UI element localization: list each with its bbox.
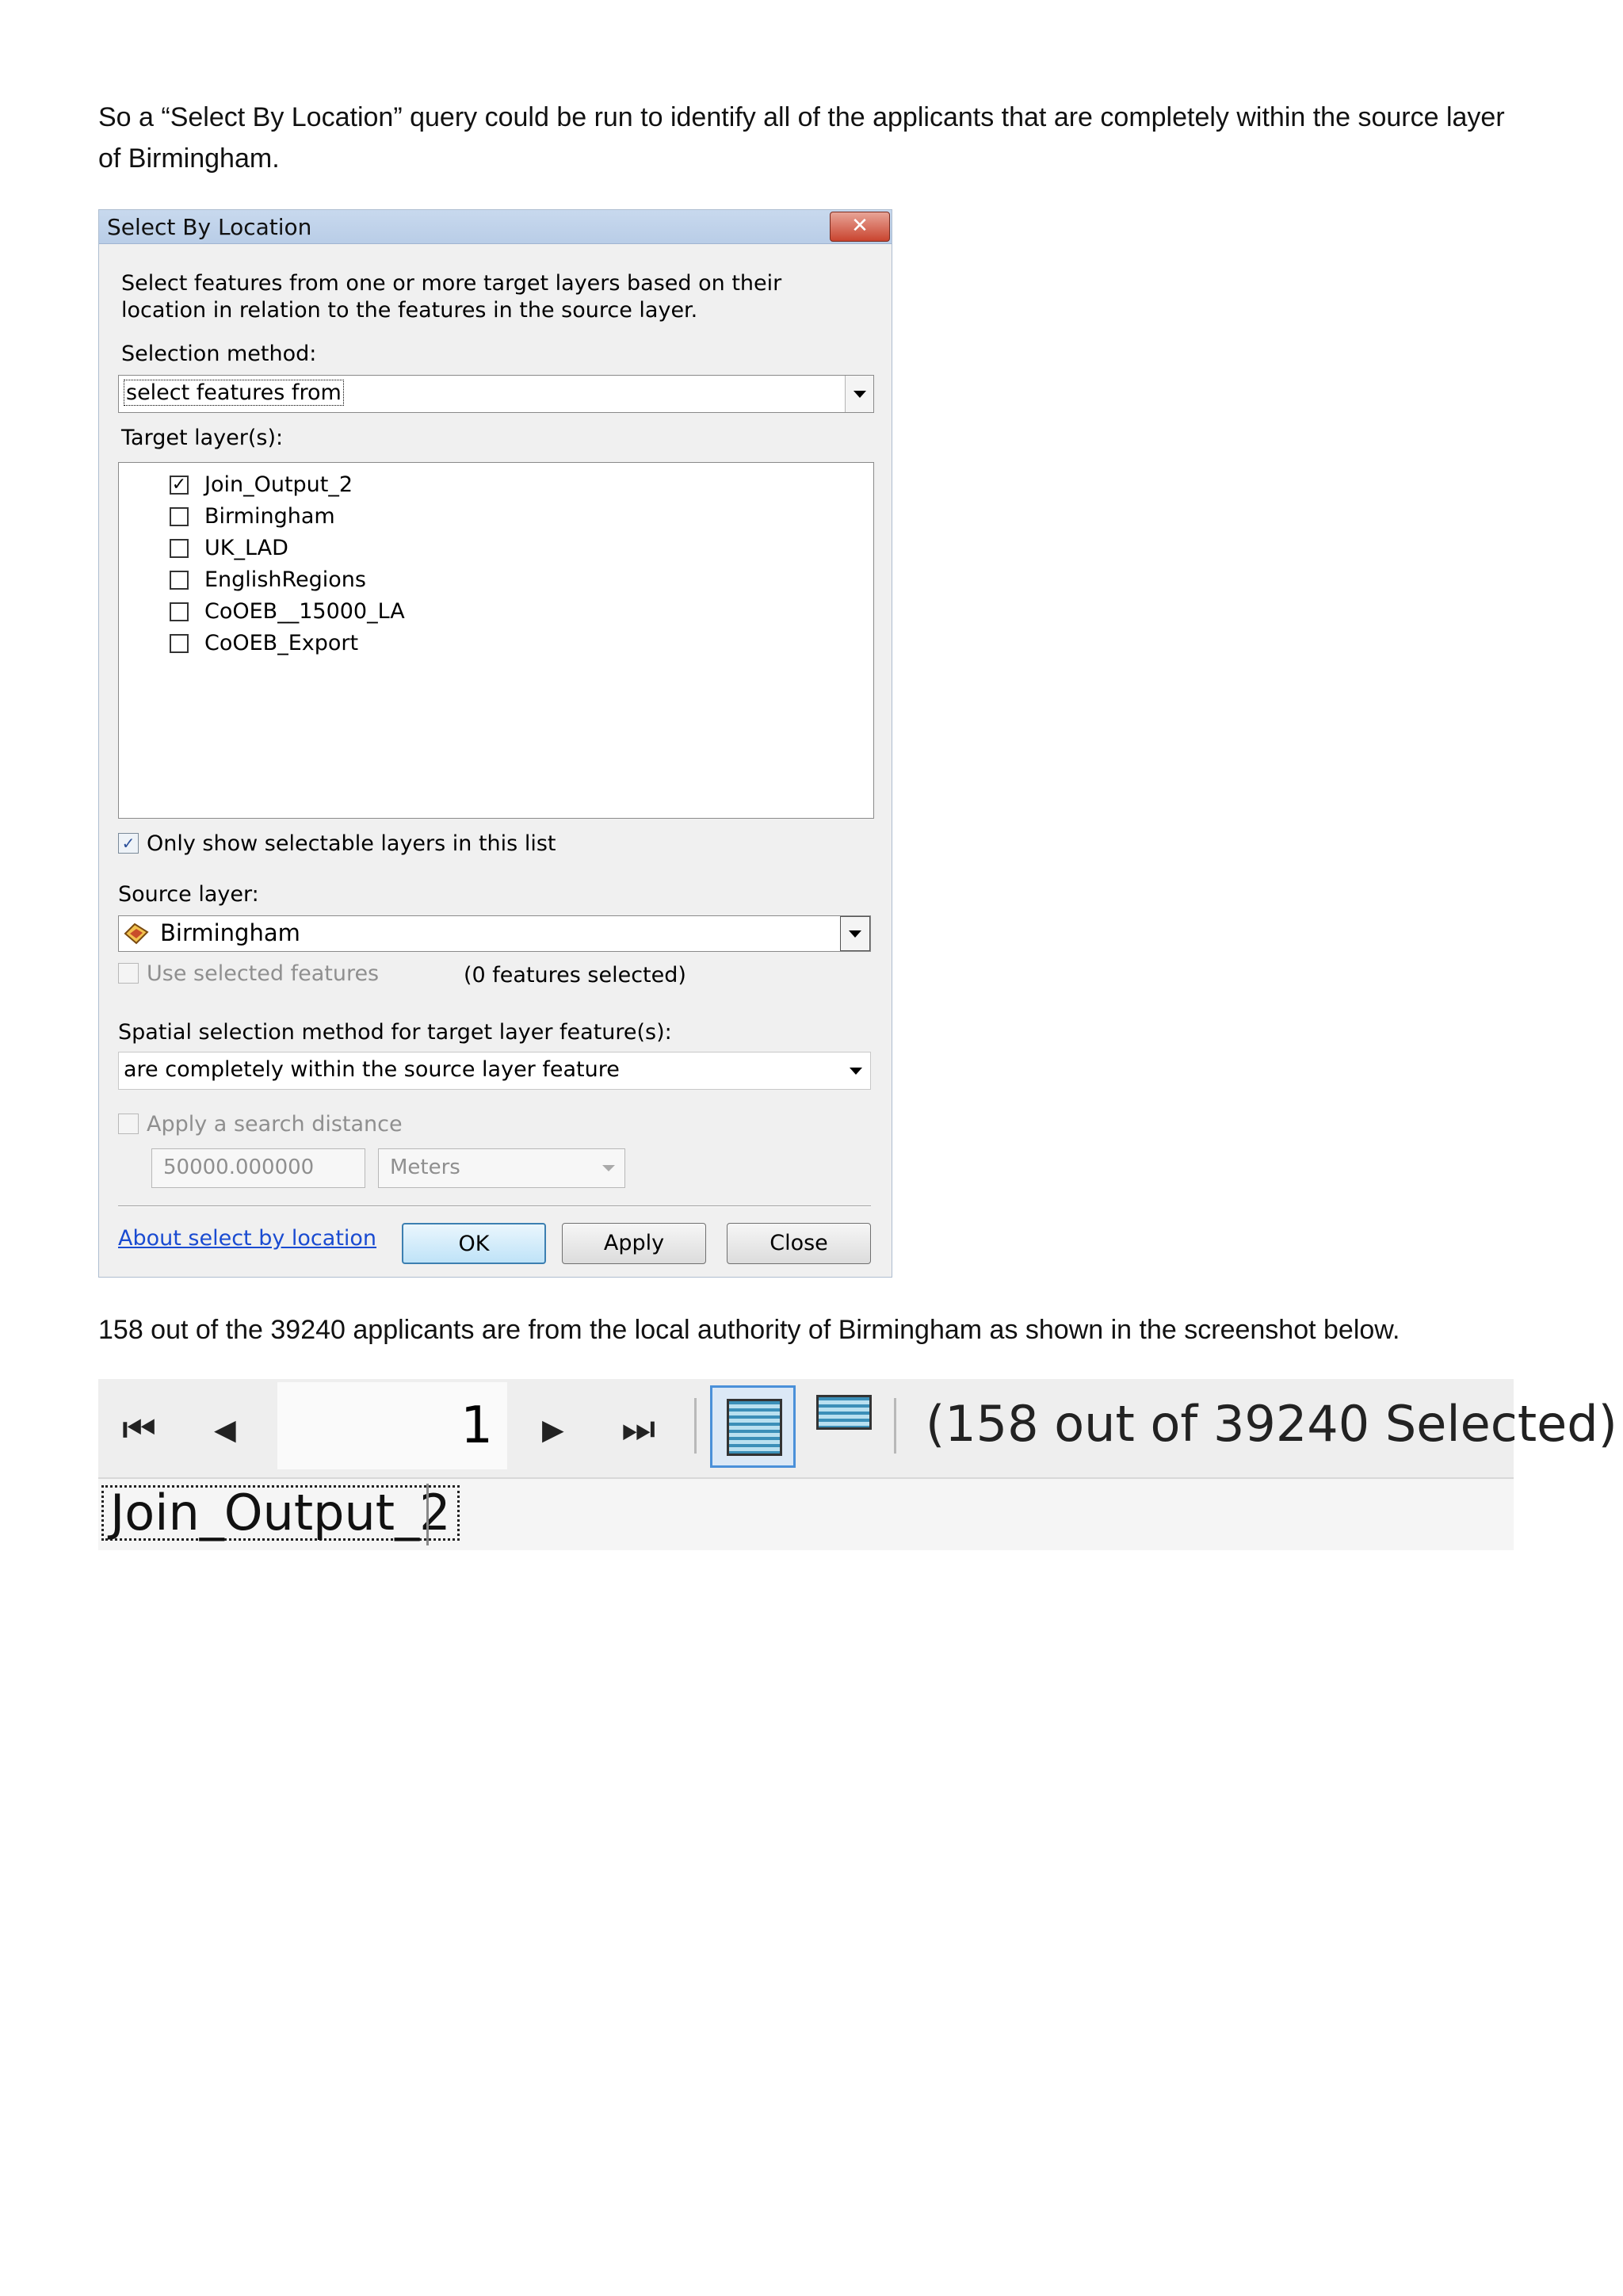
selection-method-value: select features from [124,380,344,406]
table-navigation-toolbar: ⏮ ◀ 1 ▶ ⏭ (158 out of 39240 Selected) [98,1379,1617,1477]
checkbox-icon[interactable] [170,507,189,526]
features-selected-count: (0 features selected) [464,963,686,988]
checkbox-icon[interactable] [170,571,189,590]
select-by-location-dialog: Select By Location ✕ Select features fro… [98,209,892,1278]
source-layer-label: Source layer: [118,882,259,907]
intro-paragraph: So a “Select By Location” query could be… [98,102,1505,174]
checkbox-icon[interactable] [170,634,189,653]
chevron-down-icon[interactable] [840,916,870,951]
search-distance-checkbox[interactable] [118,1114,139,1134]
search-distance-label: Apply a search distance [147,1112,403,1137]
chevron-down-icon[interactable] [845,376,873,412]
first-record-icon[interactable]: ⏮ [122,1406,156,1454]
show-all-records-icon[interactable] [710,1385,796,1468]
next-record-icon[interactable]: ▶ [542,1406,564,1454]
use-selected-checkbox[interactable] [118,963,139,984]
about-select-by-location-link[interactable]: About select by location [118,1226,376,1251]
target-layers-list[interactable]: ✓ Join_Output_2 Birmingham UK_LAD Englis… [118,462,874,819]
polygon-layer-icon [124,923,149,945]
distance-units-dropdown[interactable]: Meters [378,1148,625,1188]
selection-status-text: (158 out of 39240 Selected) [926,1395,1617,1453]
result-paragraph: 158 out of the 39240 applicants are from… [98,1315,1400,1345]
apply-button[interactable]: Apply [562,1223,706,1264]
table-tab-join-output-2[interactable]: Join_Output_2 [101,1485,460,1541]
only-selectable-label: Only show selectable layers in this list [147,831,556,856]
selection-method-label: Selection method: [121,342,317,366]
only-selectable-checkbox[interactable]: ✓ [118,833,139,854]
target-layer-label: UK_LAD [204,536,288,560]
source-layer-value: Birmingham [160,919,300,946]
dialog-close-icon[interactable]: ✕ [830,212,890,242]
chevron-down-icon [602,1165,615,1171]
dialog-divider [118,1205,871,1207]
previous-record-icon[interactable]: ◀ [214,1406,236,1454]
spatial-method-dropdown[interactable]: are completely within the source layer f… [118,1052,871,1090]
show-selected-records-icon[interactable] [802,1385,888,1468]
use-selected-label: Use selected features [147,961,380,986]
distance-units-value: Meters [390,1156,460,1179]
search-distance-input[interactable]: 50000.000000 [151,1148,365,1188]
close-button[interactable]: Close [727,1223,871,1264]
ok-button[interactable]: OK [402,1223,546,1264]
table-tab-strip: Join_Output_2 [98,1477,1514,1550]
target-layer-label: Join_Output_2 [204,472,353,497]
toolbar-separator [894,1398,896,1454]
target-layer-label: CoOEB__15000_LA [204,599,405,624]
spatial-method-label: Spatial selection method for target laye… [118,1020,672,1045]
checkbox-checked-icon[interactable]: ✓ [170,476,189,495]
source-layer-dropdown[interactable]: Birmingham [118,915,871,952]
dialog-title: Select By Location [107,214,312,240]
chevron-down-icon[interactable] [842,1052,870,1089]
dialog-description: Select features from one or more target … [121,271,782,323]
tab-separator [426,1484,429,1545]
toolbar-separator [694,1398,697,1454]
record-number-input[interactable]: 1 [277,1382,507,1469]
record-number-value: 1 [460,1396,493,1455]
dialog-titlebar[interactable]: Select By Location ✕ [99,210,892,244]
target-layers-label: Target layer(s): [121,426,284,450]
last-record-icon[interactable]: ⏭ [621,1406,655,1454]
checkbox-icon[interactable] [170,539,189,558]
checkbox-icon[interactable] [170,602,189,621]
spatial-method-value: are completely within the source layer f… [124,1057,620,1082]
target-layer-label: Birmingham [204,504,335,529]
selection-method-dropdown[interactable]: select features from [118,375,874,413]
target-layer-label: EnglishRegions [204,567,366,592]
target-layer-label: CoOEB_Export [204,631,359,655]
